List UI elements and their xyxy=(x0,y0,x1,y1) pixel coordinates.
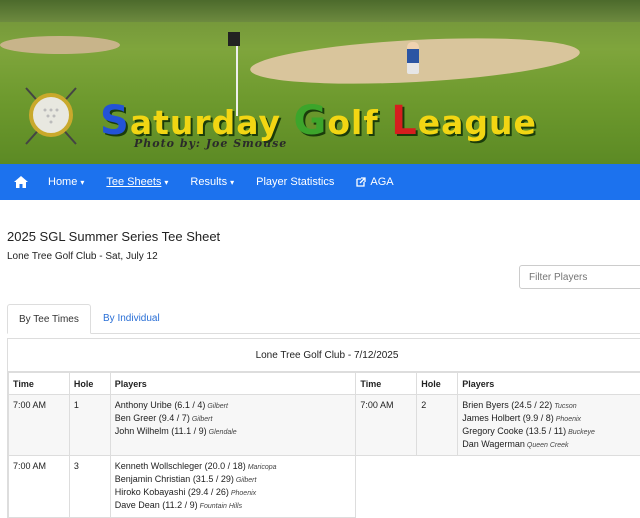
tee-hole: 2 xyxy=(417,395,458,456)
player-entry: Kenneth Wollschleger (20.0 / 18)Maricopa xyxy=(115,461,352,474)
player-city: Tucson xyxy=(554,403,576,410)
tee-times-table: Time Hole Players Time Hole Players 7:00… xyxy=(8,372,640,518)
nav-player-statistics-label: Player Statistics xyxy=(256,176,334,188)
player-name: Kenneth Wollschleger (20.0 / 18) xyxy=(115,461,246,471)
flag xyxy=(228,32,240,46)
player-entry: Brien Byers (24.5 / 22)Tucson xyxy=(462,400,640,413)
player-entry: Anthony Uribe (6.1 / 4)Gilbert xyxy=(115,400,352,413)
nav-aga-label: AGA xyxy=(370,176,393,188)
banner-trees xyxy=(0,0,640,22)
column-header-hole: Hole xyxy=(417,373,458,395)
player-city: Glendale xyxy=(209,429,237,436)
player-city: Gilbert xyxy=(207,403,228,410)
player-city: Maricopa xyxy=(248,464,277,471)
course-heading: Lone Tree Golf Club - 7/12/2025 xyxy=(8,339,640,372)
tee-time: 7:00 AM xyxy=(356,395,417,456)
tee-hole: 1 xyxy=(69,395,110,456)
player-name: John Wilhelm (11.1 / 9) xyxy=(115,426,207,436)
banner-title-part: L xyxy=(391,98,418,144)
player-city: Phoenix xyxy=(556,416,581,423)
nav-home-label: Home xyxy=(48,176,77,188)
column-header-players: Players xyxy=(110,373,356,395)
home-icon[interactable] xyxy=(14,176,28,188)
nav-home[interactable]: Home ▾ xyxy=(48,176,84,188)
player-name: Gregory Cooke (13.5 / 11) xyxy=(462,426,566,436)
column-header-players: Players xyxy=(458,373,640,395)
player-name: James Holbert (9.9 / 8) xyxy=(462,413,554,423)
tab-by-individual[interactable]: By Individual xyxy=(92,304,171,334)
players-cell: Kenneth Wollschleger (20.0 / 18)Maricopa… xyxy=(110,456,356,518)
league-logo-icon xyxy=(18,82,84,148)
nav-player-statistics[interactable]: Player Statistics xyxy=(256,176,334,188)
players-cell: Brien Byers (24.5 / 22)Tucson James Holb… xyxy=(458,395,640,456)
tee-time: 7:00 AM xyxy=(9,395,70,456)
player-city: Phoenix xyxy=(231,490,256,497)
player-city: Fountain Hills xyxy=(200,503,242,510)
player-entry: Dan WagermanQueen Creek xyxy=(462,439,640,452)
page-title: 2025 SGL Summer Series Tee Sheet xyxy=(7,229,220,244)
table-row: 7:00 AM 3 Kenneth Wollschleger (20.0 / 1… xyxy=(9,456,640,518)
nav-results-label: Results xyxy=(190,176,227,188)
column-header-time: Time xyxy=(9,373,70,395)
player-entry: Hiroko Kobayashi (29.4 / 26)Phoenix xyxy=(115,487,352,500)
page-subtitle: Lone Tree Golf Club - Sat, July 12 xyxy=(7,251,158,262)
player-name: Dan Wagerman xyxy=(462,439,525,449)
nav-tee-sheets-label: Tee Sheets xyxy=(106,176,161,188)
filter-players-input[interactable] xyxy=(519,265,640,289)
tab-by-tee-times[interactable]: By Tee Times xyxy=(7,304,91,334)
player-name: Brien Byers (24.5 / 22) xyxy=(462,400,552,410)
player-entry: Ben Greer (9.4 / 7)Gilbert xyxy=(115,413,352,426)
column-header-hole: Hole xyxy=(69,373,110,395)
tee-time: 7:00 AM xyxy=(9,456,70,518)
banner-bunker xyxy=(0,36,120,54)
chevron-down-icon: ▾ xyxy=(80,178,84,187)
view-tabs: By Tee Times By Individual xyxy=(7,304,640,334)
tee-hole: 3 xyxy=(69,456,110,518)
player-name: Anthony Uribe (6.1 / 4) xyxy=(115,400,206,410)
header-banner: Saturday Golf League Photo by: Joe Smous… xyxy=(0,0,640,164)
player-city: Buckeye xyxy=(568,429,595,436)
banner-title-part: olf xyxy=(327,103,391,142)
chevron-down-icon: ▾ xyxy=(164,178,168,187)
player-name: Benjamin Christian (31.5 / 29) xyxy=(115,474,234,484)
chevron-down-icon: ▾ xyxy=(230,178,234,187)
player-name: Ben Greer (9.4 / 7) xyxy=(115,413,190,423)
player-city: Queen Creek xyxy=(527,442,569,449)
player-entry: James Holbert (9.9 / 8)Phoenix xyxy=(462,413,640,426)
player-city: Gilbert xyxy=(236,477,257,484)
banner-title-part: eague xyxy=(418,103,537,142)
banner-title-part: G xyxy=(294,98,328,144)
player-entry: Gregory Cooke (13.5 / 11)Buckeye xyxy=(462,426,640,439)
tee-sheet-panel: Lone Tree Golf Club - 7/12/2025 Time Hol… xyxy=(7,338,640,518)
column-header-time: Time xyxy=(356,373,417,395)
players-cell: Anthony Uribe (6.1 / 4)Gilbert Ben Greer… xyxy=(110,395,356,456)
nav-tee-sheets[interactable]: Tee Sheets ▾ xyxy=(106,176,168,188)
banner-title-part: S xyxy=(100,98,130,144)
player-entry: Dave Dean (11.2 / 9)Fountain Hills xyxy=(115,500,352,513)
player-city: Gilbert xyxy=(192,416,213,423)
player-entry: Benjamin Christian (31.5 / 29)Gilbert xyxy=(115,474,352,487)
table-row: 7:00 AM 1 Anthony Uribe (6.1 / 4)Gilbert… xyxy=(9,395,640,456)
player-entry: John Wilhelm (11.1 / 9)Glendale xyxy=(115,426,352,439)
golfer-figure xyxy=(407,42,419,74)
player-name: Dave Dean (11.2 / 9) xyxy=(115,500,198,510)
nav-results[interactable]: Results ▾ xyxy=(190,176,234,188)
nav-aga[interactable]: AGA xyxy=(356,176,393,188)
photo-credit: Photo by: Joe Smouse xyxy=(134,137,287,150)
empty-cell xyxy=(356,456,640,518)
main-nav: Home ▾ Tee Sheets ▾ Results ▾ Player Sta… xyxy=(0,164,640,200)
external-link-icon xyxy=(356,177,366,187)
player-name: Hiroko Kobayashi (29.4 / 26) xyxy=(115,487,229,497)
